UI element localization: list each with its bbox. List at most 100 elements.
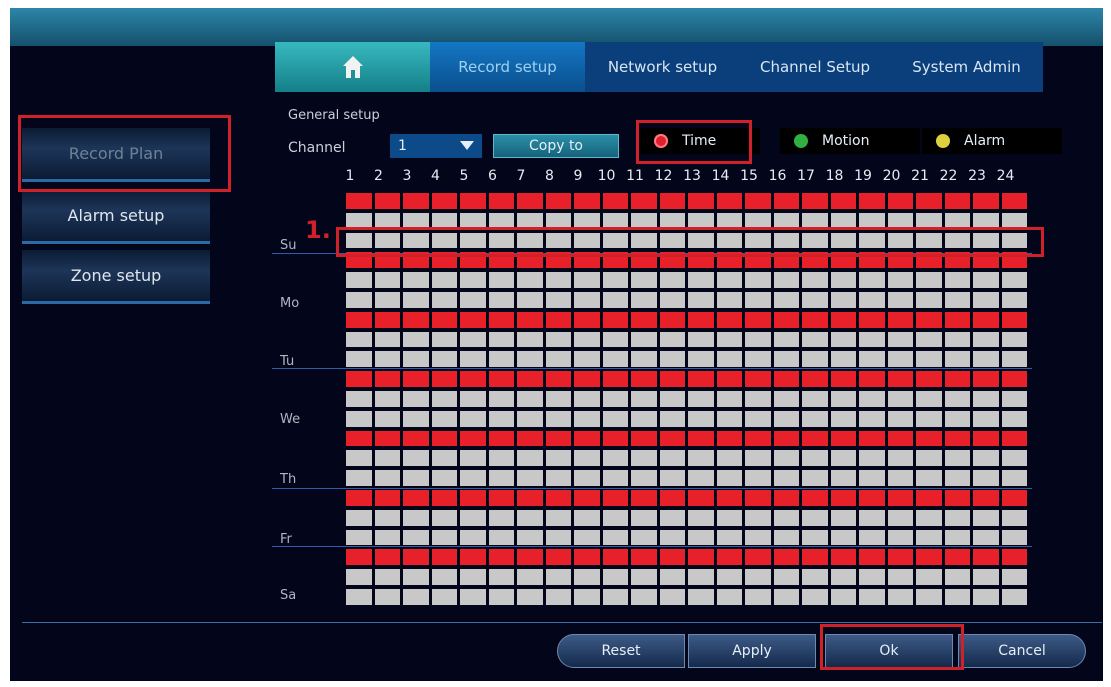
schedule-cell[interactable]: [517, 529, 543, 546]
schedule-cell[interactable]: [602, 529, 628, 546]
schedule-cell[interactable]: [830, 529, 856, 546]
schedule-cell-recording[interactable]: [488, 371, 514, 387]
schedule-cell[interactable]: [916, 391, 942, 407]
schedule-cell[interactable]: [830, 292, 856, 308]
schedule-cell[interactable]: [545, 509, 571, 526]
schedule-cell[interactable]: [716, 391, 742, 407]
schedule-cell-recording[interactable]: [602, 490, 628, 506]
schedule-cell[interactable]: [1001, 391, 1027, 407]
schedule-cell-recording[interactable]: [346, 430, 372, 447]
schedule-cell[interactable]: [602, 509, 628, 526]
schedule-cell[interactable]: [859, 292, 885, 308]
schedule-cell[interactable]: [716, 470, 742, 486]
schedule-cell-recording[interactable]: [773, 430, 799, 447]
schedule-cell-recording[interactable]: [802, 430, 828, 447]
schedule-cell[interactable]: [488, 470, 514, 486]
schedule-cell[interactable]: [488, 529, 514, 546]
schedule-cell[interactable]: [460, 272, 486, 288]
schedule-cell-recording[interactable]: [944, 193, 970, 209]
schedule-cell-recording[interactable]: [773, 371, 799, 387]
schedule-cell-recording[interactable]: [944, 371, 970, 387]
schedule-cell[interactable]: [602, 272, 628, 288]
schedule-cell[interactable]: [574, 589, 600, 605]
schedule-cell[interactable]: [887, 450, 913, 467]
schedule-cell[interactable]: [574, 292, 600, 308]
schedule-cell-recording[interactable]: [460, 193, 486, 209]
channel-select[interactable]: 1: [390, 134, 482, 158]
schedule-cell[interactable]: [745, 351, 771, 368]
schedule-cell[interactable]: [859, 391, 885, 407]
schedule-cell[interactable]: [773, 410, 799, 427]
schedule-cell[interactable]: [716, 450, 742, 467]
schedule-cell-recording[interactable]: [802, 490, 828, 506]
schedule-cell[interactable]: [374, 331, 400, 348]
schedule-cell[interactable]: [944, 391, 970, 407]
schedule-cell[interactable]: [944, 470, 970, 486]
schedule-cell[interactable]: [830, 509, 856, 526]
schedule-cell[interactable]: [887, 529, 913, 546]
tab-home[interactable]: [275, 42, 430, 92]
schedule-cell[interactable]: [745, 589, 771, 605]
schedule-cell[interactable]: [830, 351, 856, 368]
schedule-cell-recording[interactable]: [431, 490, 457, 506]
schedule-cell[interactable]: [460, 351, 486, 368]
schedule-cell-recording[interactable]: [830, 430, 856, 447]
schedule-cell[interactable]: [859, 529, 885, 546]
schedule-cell[interactable]: [403, 272, 429, 288]
schedule-cell-recording[interactable]: [374, 193, 400, 209]
schedule-cell[interactable]: [517, 589, 543, 605]
schedule-cell-recording[interactable]: [631, 430, 657, 447]
schedule-cell[interactable]: [830, 391, 856, 407]
schedule-cell-recording[interactable]: [887, 549, 913, 566]
schedule-cell-recording[interactable]: [859, 193, 885, 209]
schedule-cell-recording[interactable]: [973, 430, 999, 447]
schedule-cell-recording[interactable]: [773, 490, 799, 506]
schedule-cell[interactable]: [1001, 292, 1027, 308]
schedule-cell-recording[interactable]: [460, 371, 486, 387]
schedule-cell[interactable]: [488, 450, 514, 467]
schedule-cell[interactable]: [346, 292, 372, 308]
schedule-cell[interactable]: [574, 351, 600, 368]
schedule-cell[interactable]: [745, 410, 771, 427]
schedule-cell[interactable]: [346, 450, 372, 467]
schedule-cell-recording[interactable]: [545, 193, 571, 209]
schedule-cell[interactable]: [887, 470, 913, 486]
tab-system-admin[interactable]: System Admin: [890, 42, 1043, 92]
schedule-cell[interactable]: [460, 529, 486, 546]
schedule-cell[interactable]: [403, 569, 429, 585]
schedule-cell[interactable]: [631, 272, 657, 288]
schedule-cell[interactable]: [944, 292, 970, 308]
schedule-cell-recording[interactable]: [574, 193, 600, 209]
schedule-cell[interactable]: [887, 391, 913, 407]
schedule-cell[interactable]: [431, 569, 457, 585]
schedule-cell[interactable]: [460, 391, 486, 407]
schedule-cell-recording[interactable]: [602, 430, 628, 447]
schedule-cell-recording[interactable]: [887, 490, 913, 506]
schedule-cell[interactable]: [431, 509, 457, 526]
schedule-cell-recording[interactable]: [716, 549, 742, 566]
schedule-cell-recording[interactable]: [574, 430, 600, 447]
schedule-cell-recording[interactable]: [403, 430, 429, 447]
schedule-cell-recording[interactable]: [517, 193, 543, 209]
schedule-cell[interactable]: [374, 410, 400, 427]
schedule-cell[interactable]: [1001, 529, 1027, 546]
schedule-cell[interactable]: [602, 589, 628, 605]
schedule-cell[interactable]: [688, 410, 714, 427]
schedule-cell[interactable]: [688, 292, 714, 308]
schedule-cell[interactable]: [488, 292, 514, 308]
schedule-cell-recording[interactable]: [1001, 549, 1027, 566]
schedule-cell[interactable]: [488, 272, 514, 288]
schedule-cell[interactable]: [773, 450, 799, 467]
schedule-cell[interactable]: [973, 391, 999, 407]
schedule-cell[interactable]: [431, 410, 457, 427]
schedule-cell[interactable]: [374, 589, 400, 605]
schedule-cell-recording[interactable]: [403, 490, 429, 506]
schedule-cell-recording[interactable]: [631, 490, 657, 506]
schedule-cell[interactable]: [973, 450, 999, 467]
schedule-cell-recording[interactable]: [403, 549, 429, 566]
schedule-cell-recording[interactable]: [802, 371, 828, 387]
schedule-cell[interactable]: [944, 529, 970, 546]
schedule-cell[interactable]: [745, 331, 771, 348]
schedule-cell-recording[interactable]: [973, 193, 999, 209]
schedule-cell[interactable]: [602, 292, 628, 308]
